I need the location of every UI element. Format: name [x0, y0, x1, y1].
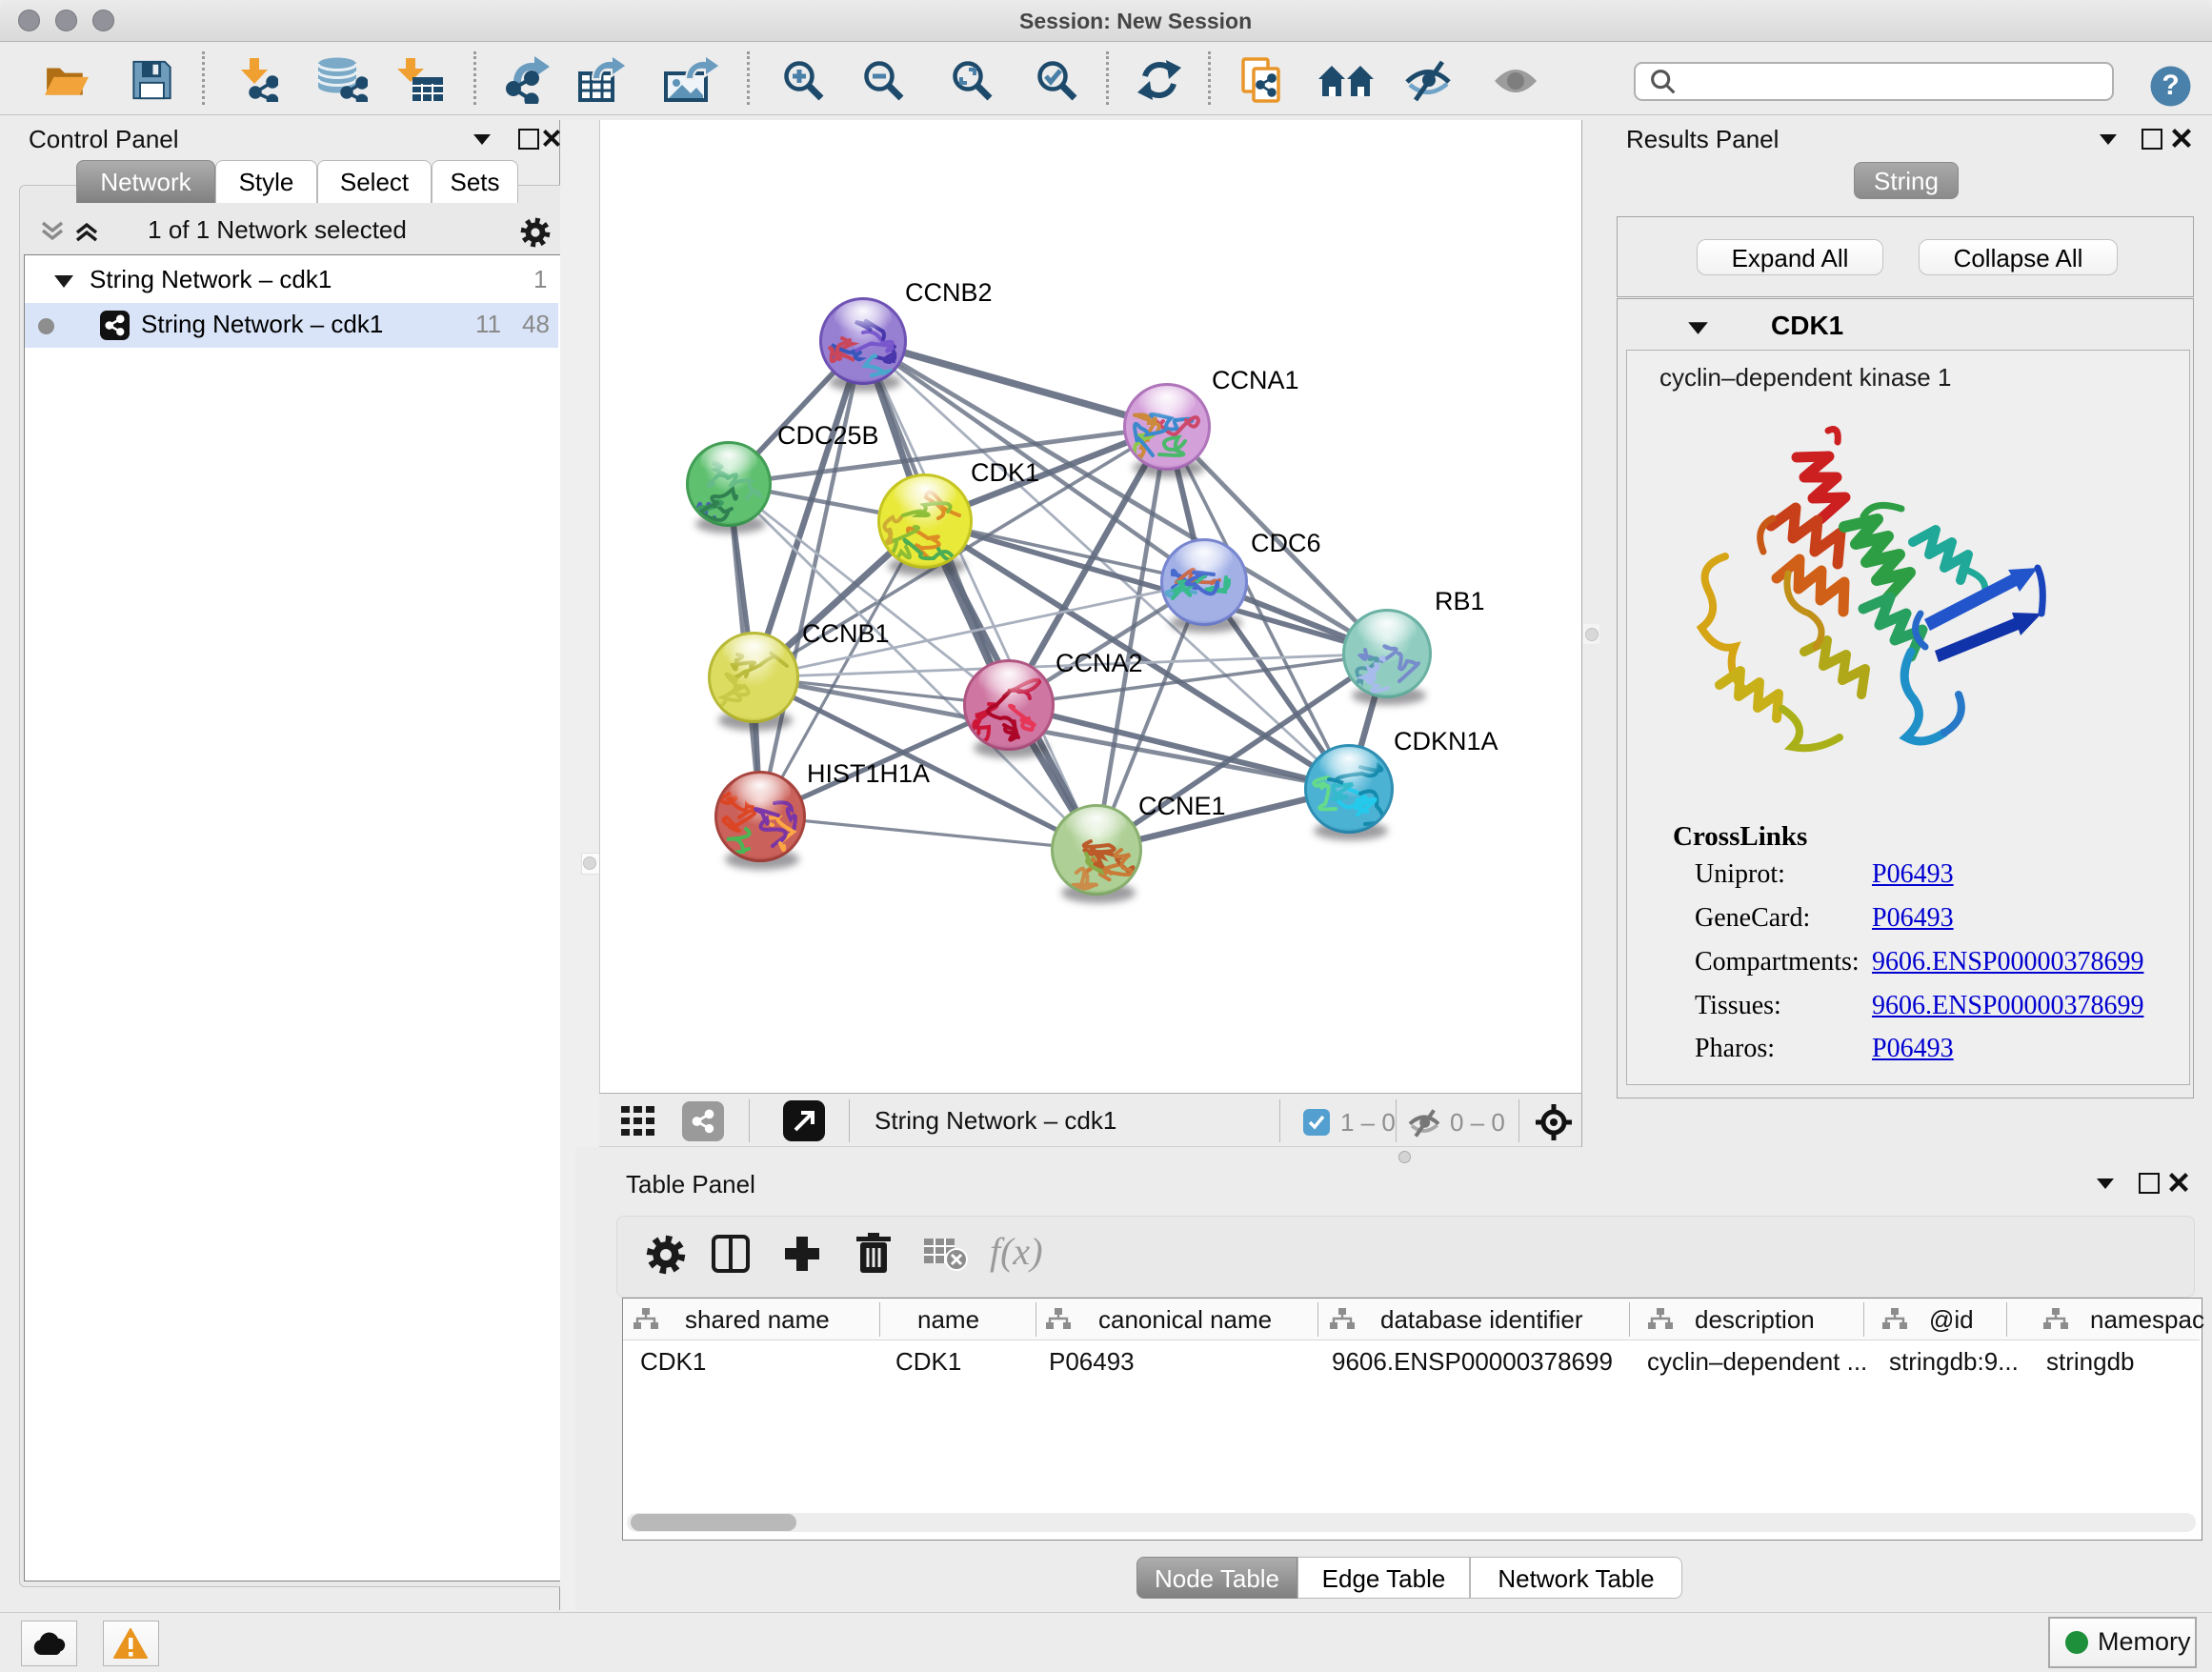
svg-text:CDK1: CDK1 [971, 458, 1039, 487]
svg-text:?: ? [2162, 70, 2179, 101]
svg-text:CCNA1: CCNA1 [1212, 366, 1299, 394]
svg-text:HIST1H1A: HIST1H1A [807, 759, 930, 788]
svg-text:CCNB2: CCNB2 [905, 278, 993, 307]
svg-text:RB1: RB1 [1435, 587, 1485, 615]
svg-text:CDC25B: CDC25B [777, 421, 879, 450]
svg-text:CDKN1A: CDKN1A [1394, 727, 1498, 755]
svg-text:CCNB1: CCNB1 [802, 619, 890, 648]
svg-text:CCNA2: CCNA2 [1056, 649, 1143, 677]
svg-text:CCNE1: CCNE1 [1138, 792, 1226, 820]
svg-text:CDC6: CDC6 [1251, 529, 1321, 557]
